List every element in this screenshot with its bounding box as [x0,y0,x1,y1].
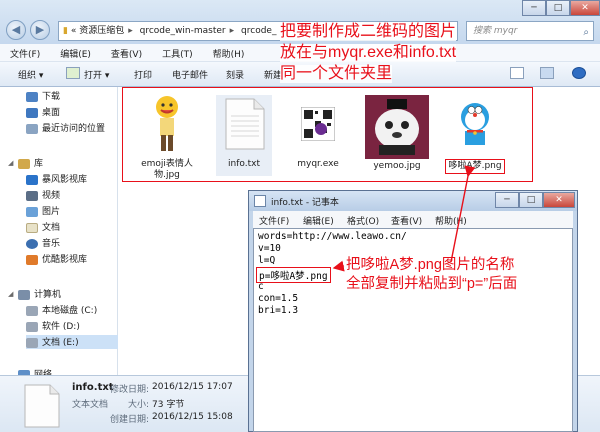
address-back-symbol: « [70,26,77,36]
navigation-pane: 下载 桌面 最近访问的位置 ◢ 库 暴风影视库 视频 图片 文档 音乐 优酷影视… [0,87,118,380]
annotation-text: 把要制作成二维码的图片 [280,23,457,41]
annotation-text: 把哆啦A梦.png图片的名称 [346,257,515,273]
organize-button[interactable]: 组织 ▾ [18,68,43,81]
expand-arrow-icon[interactable]: ◢ [8,159,13,167]
close-button[interactable]: ✕ [570,0,600,16]
expand-arrow-icon[interactable]: ◢ [8,290,13,298]
notepad-title: info.txt - 记事本 [271,198,339,208]
sidebar-item-drive-e[interactable]: 文档 (E:) [26,335,118,349]
sidebar-item-pictures[interactable]: 图片 [26,204,60,218]
notepad-menu-edit[interactable]: 编辑(E) [303,214,334,227]
annotation-text: 同一个文件夹里 [280,65,393,83]
notepad-menu-help[interactable]: 帮助(H) [435,214,467,227]
youku-icon [26,254,38,265]
library-icon [18,158,30,169]
sidebar-item-libraries[interactable]: 库 [18,156,43,170]
modified-label: 修改日期: [110,385,150,395]
notepad-menu-view[interactable]: 查看(V) [391,214,422,227]
text-line: con=1.5 [258,293,299,304]
text-line: words=http://www.leawo.cn/ [258,231,407,242]
sidebar-item-drive-c[interactable]: 本地磁盘 (C:) [26,303,97,317]
notepad-maximize-button[interactable]: □ [519,192,543,208]
search-icon[interactable]: ⌕ [583,24,589,42]
modified-date: 2016/12/15 17:07 [152,382,233,392]
recent-places-icon [26,123,38,134]
created-label: 创建日期: [110,415,150,425]
created-date: 2016/12/15 15:08 [152,412,233,422]
sidebar-item-videos[interactable]: 视频 [26,188,60,202]
open-icon [66,67,80,79]
notepad-menu-bar: 文件(F) 编辑(E) 格式(O) 查看(V) 帮助(H) [253,211,573,228]
file-size: 73 字节 [152,400,185,410]
address-segment[interactable]: qrcode_ [241,26,276,36]
forward-arrow-icon[interactable]: ▶ [30,20,50,40]
search-placeholder: 搜索 myqr [473,26,518,36]
help-icon[interactable] [572,67,586,79]
email-button[interactable]: 电子邮件 [172,68,208,81]
print-button[interactable]: 打印 [134,68,152,81]
sidebar-item-downloads[interactable]: 下载 [26,89,60,103]
text-line: bri=1.3 [258,305,299,316]
text-line: l=Q [258,255,276,266]
open-button[interactable]: 打开 ▾ [84,68,109,81]
sidebar-item-computer[interactable]: 计算机 [18,287,61,301]
drive-icon [26,337,38,348]
notepad-title-bar: info.txt - 记事本 ─ □ ✕ [249,191,577,211]
notepad-close-button[interactable]: ✕ [543,192,575,208]
sidebar-item-music[interactable]: 音乐 [26,236,60,250]
picture-icon [26,206,38,217]
preview-pane-icon[interactable] [540,67,554,79]
address-segment[interactable]: 资源压缩包 [79,26,124,36]
size-label: 大小: [128,400,150,410]
annotation-text: 全部复制并粘贴到“p=”后面 [346,276,518,292]
search-input[interactable]: 搜索 myqr ⌕ [466,21,594,41]
computer-icon [18,289,30,300]
text-line: c [258,281,264,292]
desktop-icon [26,107,38,118]
sidebar-item-youku[interactable]: 优酷影视库 [26,252,87,266]
sidebar-item-desktop[interactable]: 桌面 [26,105,60,119]
details-filename: info.txt [72,382,114,393]
annotation-text: 放在与myqr.exe和info.txt [280,44,457,62]
burn-button[interactable]: 刻录 [226,68,244,81]
back-arrow-icon[interactable]: ◀ [6,20,26,40]
document-icon [26,222,38,233]
menu-edit[interactable]: 编辑(E) [46,44,97,60]
menu-view[interactable]: 查看(V) [97,44,148,60]
text-file-icon [24,384,60,428]
notepad-menu-file[interactable]: 文件(F) [259,214,289,227]
notepad-menu-format[interactable]: 格式(O) [347,214,379,227]
video-library-icon [26,174,38,185]
details-type: 文本文档 [72,400,109,410]
folder-icon: ▮ [63,26,68,36]
menu-tools[interactable]: 工具(T) [148,44,199,60]
minimize-button[interactable]: ─ [522,0,546,16]
sidebar-item-documents[interactable]: 文档 [26,220,60,234]
sidebar-item-baofeng[interactable]: 暴风影视库 [26,172,87,186]
menu-help[interactable]: 帮助(H) [199,44,251,60]
video-icon [26,190,38,201]
notepad-window: info.txt - 记事本 ─ □ ✕ 文件(F) 编辑(E) 格式(O) 查… [248,190,578,432]
download-icon [26,91,38,102]
text-line: v=10 [258,243,281,254]
maximize-button[interactable]: □ [546,0,570,16]
drive-icon [26,305,38,316]
notepad-minimize-button[interactable]: ─ [495,192,519,208]
sidebar-item-recent[interactable]: 最近访问的位置 [26,121,105,135]
address-segment[interactable]: qrcode_win-master [140,26,226,36]
menu-file[interactable]: 文件(F) [0,44,46,60]
view-options-icon[interactable] [510,67,524,79]
music-icon [26,238,38,249]
drive-icon [26,321,38,332]
notepad-app-icon [254,195,266,207]
files-highlight-box [122,87,533,182]
sidebar-item-drive-d[interactable]: 软件 (D:) [26,319,80,333]
text-line: p=哆啦A梦.png [256,267,331,283]
